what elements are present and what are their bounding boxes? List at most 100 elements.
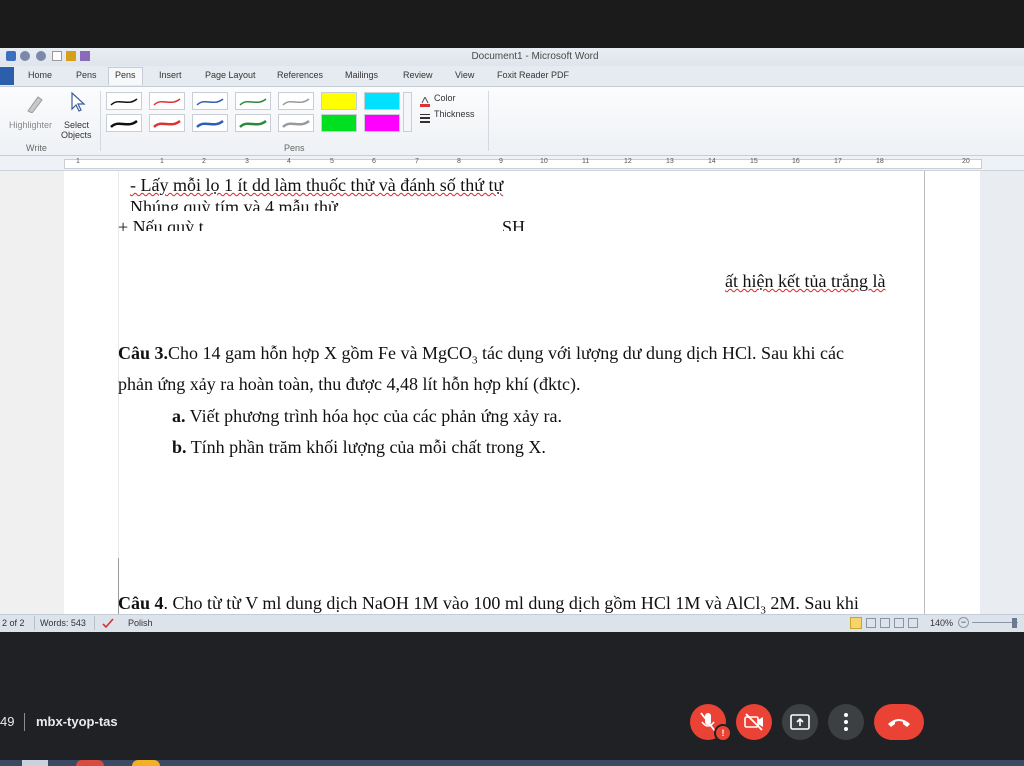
doc-line-clip: + Nếu quỳ t SH — [118, 217, 718, 231]
outline-view-icon[interactable] — [894, 618, 904, 628]
pen-black-thin[interactable] — [106, 92, 142, 110]
tab-mailings[interactable]: Mailings — [345, 70, 378, 80]
highlighter-label: Highlighter — [9, 120, 53, 130]
color-dropdown[interactable]: Color — [434, 93, 456, 103]
document-area: - Lấy mỗi lọ 1 ít dd làm thuốc thử và đá… — [0, 171, 1024, 614]
pen-red-thin[interactable] — [149, 92, 185, 110]
highlighter-button[interactable] — [24, 93, 44, 114]
tab-foxit-reader-pdf[interactable]: Foxit Reader PDF — [497, 70, 569, 80]
doc-line: - Lấy mỗi lọ 1 ít dd làm thuốc thử và đá… — [130, 175, 504, 195]
ruler-number: 1 — [76, 158, 80, 165]
print-layout-view-icon[interactable] — [850, 617, 862, 629]
page-count[interactable]: 2 of 2 — [2, 618, 25, 628]
pen-gray-thick[interactable] — [278, 114, 314, 132]
web-layout-view-icon[interactable] — [880, 618, 890, 628]
question-text: Cho 14 gam hỗn hợp X gồm Fe và MgCO — [168, 343, 473, 363]
question-3-line-2: phản ứng xảy ra hoàn toàn, thu được 4,48… — [118, 374, 581, 394]
tab-references[interactable]: References — [277, 70, 323, 80]
word-count[interactable]: Words: 543 — [40, 618, 86, 628]
zoom-level[interactable]: 140% — [930, 618, 953, 628]
thickness-dropdown[interactable]: Thickness — [434, 109, 475, 119]
more-options-button[interactable] — [828, 704, 864, 740]
tab-insert[interactable]: Insert — [159, 70, 182, 80]
language[interactable]: Polish — [128, 618, 153, 628]
document-page[interactable]: - Lấy mỗi lọ 1 ít dd làm thuốc thử và đá… — [64, 171, 980, 614]
color-icon — [420, 94, 430, 107]
item-text: Tính phần trăm khối lượng của mỗi chất t… — [186, 437, 546, 457]
group-separator — [488, 91, 489, 151]
item-text: Viết phương trình hóa học của các phản ứ… — [185, 406, 562, 426]
taskbar-app-icon[interactable] — [76, 760, 104, 766]
tab-home[interactable]: Home — [28, 70, 52, 80]
pen-black-thick[interactable] — [106, 114, 142, 132]
pen-blue-thin[interactable] — [192, 92, 228, 110]
ruler-number: 17 — [834, 158, 842, 165]
taskbar-app-icon[interactable] — [132, 760, 160, 766]
alert-badge-icon: ! — [714, 724, 732, 742]
pen-blue-thick[interactable] — [192, 114, 228, 132]
question-text: tác dụng với lượng dư dung dịch HCl. Sau… — [477, 343, 845, 363]
doc-line-clip: Nhúng quỳ tím và 4 mẫu thử — [118, 195, 718, 211]
camera-toggle-button[interactable] — [736, 704, 772, 740]
camera-off-icon — [744, 713, 763, 731]
doc-line: Nhúng quỳ tím và 4 mẫu thử — [130, 197, 338, 211]
ruler-number: 2 — [202, 158, 206, 165]
select-objects-button[interactable] — [68, 91, 88, 113]
thickness-icon — [420, 110, 430, 123]
zoom-slider-thumb[interactable] — [1012, 618, 1017, 628]
tab-pens[interactable]: Pens — [76, 70, 97, 80]
end-call-button[interactable] — [874, 704, 924, 740]
draft-view-icon[interactable] — [908, 618, 918, 628]
ruler-number: 12 — [624, 158, 632, 165]
highlighter-yellow[interactable] — [321, 92, 357, 110]
tab-review[interactable]: Review — [403, 70, 433, 80]
highlighter-cyan[interactable] — [364, 92, 400, 110]
highlighter-green[interactable] — [321, 114, 357, 132]
item-label: a. — [172, 406, 186, 426]
ruler-number: 9 — [499, 158, 503, 165]
vertical-scrollbar[interactable] — [980, 171, 1024, 614]
group-label-pens: Pens — [284, 143, 305, 153]
pen-green-thin[interactable] — [235, 92, 271, 110]
select-objects-label-2: Objects — [61, 130, 92, 140]
taskbar — [0, 760, 1024, 766]
proofing-icon[interactable] — [102, 617, 114, 629]
tab-view[interactable]: View — [455, 70, 474, 80]
ruler-number: 18 — [876, 158, 884, 165]
tab-file[interactable] — [0, 67, 14, 85]
pen-gray-thin[interactable] — [278, 92, 314, 110]
ruler-number: 13 — [666, 158, 674, 165]
pens-gallery-scroll[interactable] — [403, 92, 412, 132]
pen-red-thick[interactable] — [149, 114, 185, 132]
meeting-controls-bar: 49 mbx-tyop-tas ! — [0, 632, 1024, 766]
ruler-number: 7 — [415, 158, 419, 165]
question-3-line-1: Câu 3.Cho 14 gam hỗn hợp X gồm Fe và MgC… — [118, 343, 844, 367]
meeting-time: 49 — [0, 714, 15, 729]
select-objects-label-1: Select — [64, 120, 90, 130]
ruler-number: 20 — [962, 158, 970, 165]
zoom-out-icon[interactable]: − — [958, 617, 969, 628]
ruler-number: 3 — [245, 158, 249, 165]
highlighter-magenta[interactable] — [364, 114, 400, 132]
ruler-number: 14 — [708, 158, 716, 165]
tab-page-layout[interactable]: Page Layout — [205, 70, 256, 80]
ribbon: Highlighter Select Objects Write Pens Co… — [0, 87, 1024, 156]
status-divider — [94, 616, 95, 630]
question-text: . Cho từ từ V ml dung dịch NaOH 1M vào 1… — [163, 593, 761, 613]
pen-green-thick[interactable] — [235, 114, 271, 132]
meeting-divider — [24, 713, 25, 731]
full-screen-view-icon[interactable] — [866, 618, 876, 628]
screen-top-bar — [0, 0, 1024, 48]
status-bar: 2 of 2 Words: 543 Polish 140% − — [0, 614, 1024, 632]
window-title: Document1 - Microsoft Word — [471, 51, 599, 62]
doc-line: ất hiện kết tủa trắng là — [725, 271, 886, 291]
taskbar-app-icon[interactable] — [22, 760, 48, 766]
hang-up-icon — [888, 719, 910, 727]
tab-pens-active[interactable]: Pens — [108, 67, 143, 85]
ruler-number: 1 — [160, 158, 164, 165]
horizontal-ruler[interactable]: 1 1 2 3 4 5 6 7 8 9 10 11 12 13 14 15 16… — [0, 156, 1024, 171]
highlighter-icon — [27, 96, 43, 114]
title-bar: Document1 - Microsoft Word — [0, 48, 1024, 66]
question-text: 2M. Sau khi — [765, 593, 859, 613]
present-screen-button[interactable] — [782, 704, 818, 740]
